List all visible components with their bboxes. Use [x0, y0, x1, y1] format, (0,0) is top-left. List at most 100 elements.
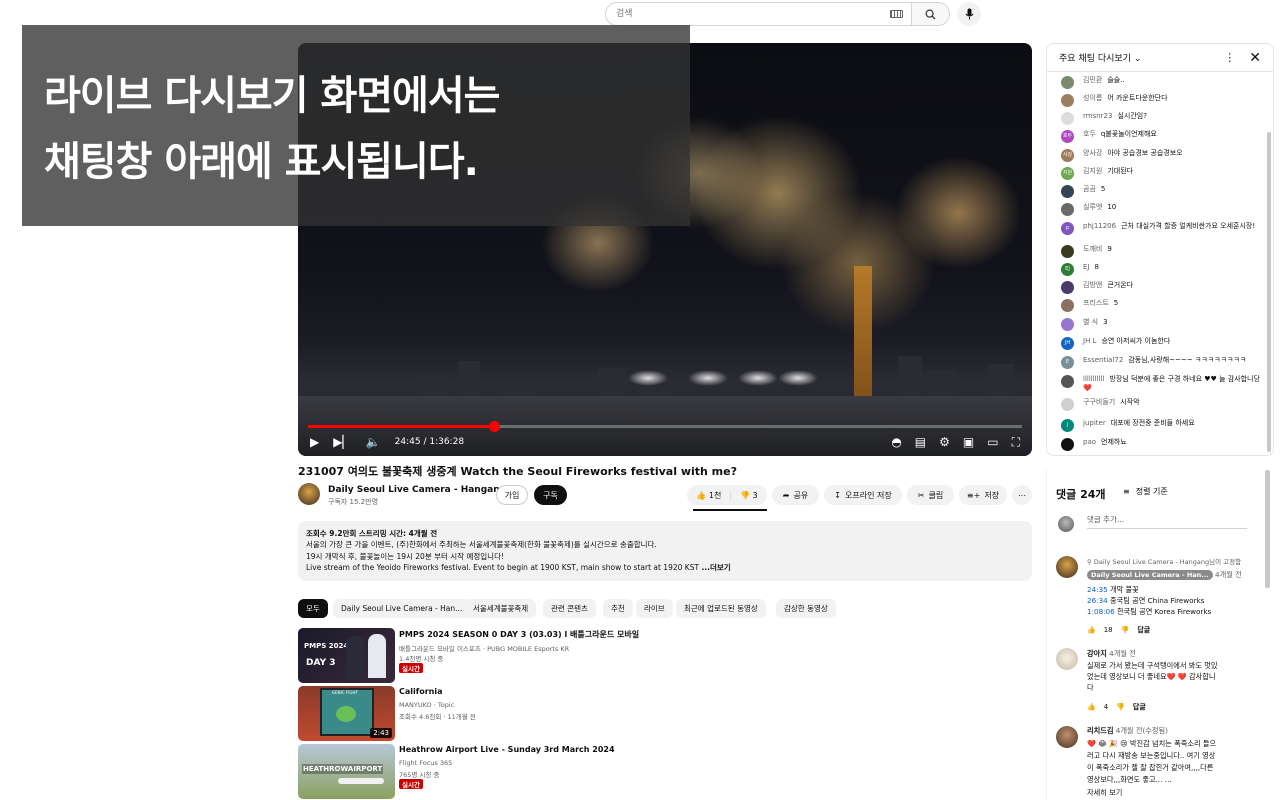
comments-scrollbar[interactable] — [1265, 470, 1270, 588]
chat-message[interactable]: 지원 김지원 기대된다 — [1061, 167, 1263, 180]
related-title-3[interactable]: Heathrow Airport Live - Sunday 3rd March… — [399, 745, 615, 754]
chat-avatar[interactable] — [1061, 76, 1074, 89]
chat-avatar[interactable]: j — [1061, 419, 1074, 432]
autoplay-toggle-icon[interactable]: ◓ — [891, 436, 901, 448]
more-link[interactable]: ...더보기 — [701, 563, 730, 572]
chat-message[interactable]: 곰곰 5 — [1061, 185, 1263, 198]
chat-avatar[interactable] — [1061, 438, 1074, 451]
chat-author[interactable]: pao — [1083, 438, 1096, 446]
chat-message[interactable]: 성이름 어 카운트다운한단다 — [1061, 94, 1263, 107]
share-button[interactable]: ➦ 공유 — [772, 485, 819, 505]
chat-avatar[interactable] — [1061, 318, 1074, 331]
chat-message[interactable]: 프리스트 5 — [1061, 299, 1263, 312]
chat-author[interactable]: 프리스트 — [1083, 299, 1109, 307]
related-thumb-2[interactable]: GENIC FIGHT 2:43 — [298, 686, 395, 741]
chat-avatar[interactable] — [1061, 112, 1074, 125]
search-box[interactable] — [605, 2, 950, 26]
clip-button[interactable]: ✂ 클립 — [907, 485, 954, 505]
chat-author[interactable]: rmsnr23 — [1083, 112, 1112, 120]
channel-avatar[interactable] — [298, 483, 320, 505]
commenter-avatar[interactable] — [1056, 556, 1078, 578]
search-button[interactable] — [911, 3, 949, 25]
chat-message[interactable]: JH JH L 승연 아저씨가 이놈한다 — [1061, 337, 1263, 350]
chat-avatar[interactable]: E — [1061, 356, 1074, 369]
chat-author[interactable]: 성이름 — [1083, 94, 1102, 102]
chat-menu-icon[interactable]: ⋮ — [1224, 51, 1235, 64]
reply-button[interactable]: 답글 — [1137, 625, 1150, 635]
chat-author[interactable]: 김민환 — [1083, 76, 1102, 84]
chat-author[interactable]: 도깨비 — [1083, 245, 1102, 253]
chat-author[interactable]: 곰곰 — [1083, 185, 1096, 193]
miniplayer-icon[interactable]: ▣ — [963, 436, 974, 448]
dislike-icon[interactable]: 👎 — [1116, 703, 1125, 711]
dislike-icon[interactable]: 👎 — [1121, 626, 1130, 634]
chat-author[interactable]: EJ — [1083, 263, 1090, 271]
chat-avatar[interactable] — [1061, 245, 1074, 258]
chat-scrollbar[interactable] — [1267, 132, 1271, 452]
chat-avatar[interactable] — [1061, 299, 1074, 312]
chat-message[interactable]: 김방앤 큰거온다 — [1061, 281, 1263, 294]
like-icon[interactable]: 👍 — [1087, 626, 1096, 634]
chip-recent[interactable]: 최근에 업로드된 동영상 — [676, 599, 766, 618]
reply-button[interactable]: 답글 — [1133, 702, 1146, 712]
next-icon[interactable]: ▶▏ — [333, 436, 351, 448]
chat-message[interactable]: E Essential72 감동님,사랑해~~~~ ㅋㅋㅋㅋㅋㅋㅋㅋ — [1061, 356, 1263, 369]
play-icon[interactable]: ▶ — [310, 436, 319, 448]
chat-author[interactable]: lllllllllll — [1083, 375, 1104, 383]
comment-author[interactable]: 리치드김 — [1087, 726, 1113, 735]
description-box[interactable]: 조회수 9.2만회 스트리밍 시간: 4개월 전 서울의 가장 큰 가을 이벤트… — [298, 521, 1032, 581]
progress-bar[interactable] — [308, 421, 1022, 432]
chip-related[interactable]: 관련 콘텐츠 — [543, 599, 596, 618]
keyboard-icon[interactable] — [890, 10, 903, 18]
chat-avatar[interactable] — [1061, 94, 1074, 107]
chat-author[interactable]: jupiter — [1083, 419, 1106, 427]
chat-message[interactable]: EJ EJ 8 — [1061, 263, 1263, 276]
chat-message[interactable]: pao 언제하뇨 — [1061, 438, 1263, 451]
chip-recommended[interactable]: 추천 — [603, 599, 633, 618]
more-actions-button[interactable]: ⋯ — [1012, 485, 1032, 505]
chat-mode-dropdown[interactable]: 주요 채팅 다시보기 ⌄ — [1059, 51, 1141, 64]
settings-icon[interactable]: ⚙ — [939, 436, 950, 448]
chat-avatar[interactable] — [1061, 203, 1074, 216]
chat-message[interactable]: 사강 양사강 아야 공습경보 공습경보오 — [1061, 149, 1263, 162]
comment-author[interactable]: 강아지 — [1087, 649, 1107, 658]
chat-message[interactable]: 호두 호두 q불꽃놀이언제해요 — [1061, 130, 1263, 143]
chat-message[interactable]: 실루엣 10 — [1061, 203, 1263, 216]
read-more-link[interactable]: 자세히 보기 — [1087, 788, 1122, 798]
chat-avatar[interactable]: 호두 — [1061, 130, 1074, 143]
chip-live[interactable]: 라이브 — [636, 599, 673, 618]
chat-author[interactable]: 김방앤 — [1083, 281, 1102, 289]
chat-author[interactable]: phj11206 — [1083, 222, 1116, 230]
chat-avatar[interactable] — [1061, 281, 1074, 294]
chat-avatar[interactable] — [1061, 375, 1074, 388]
chat-avatar[interactable]: 사강 — [1061, 149, 1074, 162]
chat-author[interactable]: 별 식 — [1083, 318, 1098, 326]
chat-message[interactable]: 김민환 슬슬.. — [1061, 76, 1263, 89]
related-title-2[interactable]: California — [399, 687, 443, 696]
chat-author[interactable]: 양사강 — [1083, 149, 1102, 157]
chat-messages[interactable]: 김민환 슬슬.. 성이름 어 카운트다운한단다 rmsnr23 실시간임? 호두 호두 q불꽃놀… — [1047, 72, 1273, 455]
voice-search-button[interactable] — [957, 2, 981, 26]
fullscreen-icon[interactable]: ⛶ — [1012, 436, 1020, 448]
chat-message[interactable]: 도깨비 9 — [1061, 245, 1263, 258]
commenter-avatar[interactable] — [1056, 726, 1078, 748]
commenter-avatar[interactable] — [1056, 648, 1078, 670]
chat-author[interactable]: JH L — [1083, 337, 1096, 345]
close-icon[interactable]: ✕ — [1249, 50, 1261, 66]
offline-save-button[interactable]: ↧ 오프라인 저장 — [824, 485, 902, 505]
related-channel-2[interactable]: MANYUKO · Topic — [399, 701, 454, 709]
chip-all[interactable]: 모두 — [298, 599, 328, 618]
chat-avatar[interactable] — [1061, 398, 1074, 411]
subscribe-button[interactable]: 구독 — [534, 485, 567, 505]
related-channel-1[interactable]: 배틀그라운드 모바일 이스포츠 · PUBG MOBILE Esports KR — [399, 643, 569, 653]
timestamp-link[interactable]: 26:34 — [1087, 596, 1108, 605]
chat-avatar[interactable] — [1061, 185, 1074, 198]
chat-avatar[interactable]: p — [1061, 222, 1074, 235]
chat-author[interactable]: 호두 — [1083, 130, 1096, 138]
like-icon[interactable]: 👍 — [1087, 703, 1096, 711]
chat-message[interactable]: j jupiter 대포에 장전중 준비들 하세요 — [1061, 419, 1263, 432]
chip-watched[interactable]: 감상한 동영상 — [776, 599, 836, 618]
channel-name[interactable]: Daily Seoul Live Camera - Hangang✓ — [328, 485, 518, 495]
related-thumb-3[interactable]: HEATHROWAIRPORT — [298, 744, 395, 799]
chat-message[interactable]: lllllllllll 방장님 덕분에 좋은 구경 하네요 ♥♥ 늘 감사합니당❤… — [1061, 375, 1263, 393]
